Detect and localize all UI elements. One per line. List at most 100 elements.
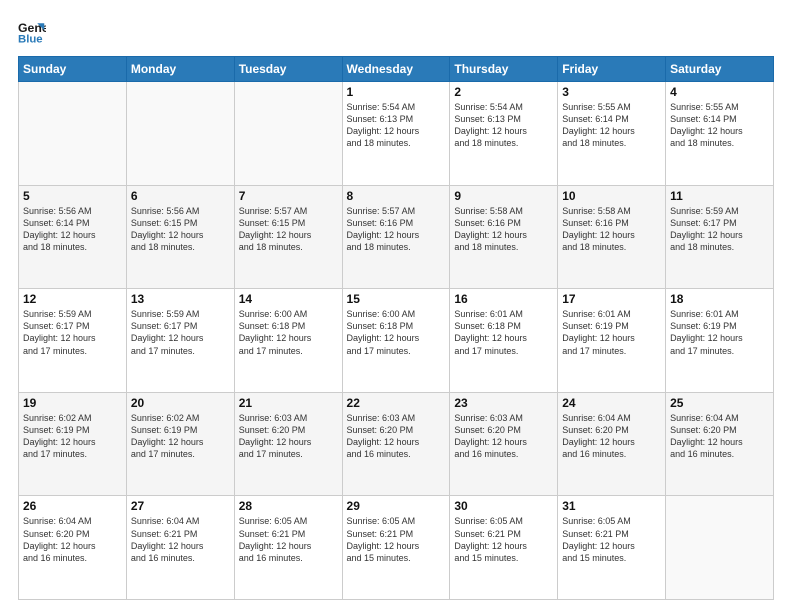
day-number: 24 [562, 396, 661, 410]
day-info: Sunrise: 5:56 AM Sunset: 6:14 PM Dayligh… [23, 205, 122, 254]
day-number: 6 [131, 189, 230, 203]
calendar-cell [19, 82, 127, 186]
day-info: Sunrise: 6:04 AM Sunset: 6:20 PM Dayligh… [562, 412, 661, 461]
day-info: Sunrise: 5:55 AM Sunset: 6:14 PM Dayligh… [670, 101, 769, 150]
calendar-cell: 23 Sunrise: 6:03 AM Sunset: 6:20 PM Dayli… [450, 392, 558, 496]
calendar-cell: 30 Sunrise: 6:05 AM Sunset: 6:21 PM Dayli… [450, 496, 558, 600]
day-info: Sunrise: 6:05 AM Sunset: 6:21 PM Dayligh… [454, 515, 553, 564]
day-number: 7 [239, 189, 338, 203]
day-number: 21 [239, 396, 338, 410]
day-number: 20 [131, 396, 230, 410]
weekday-header-friday: Friday [558, 57, 666, 82]
day-number: 23 [454, 396, 553, 410]
day-number: 19 [23, 396, 122, 410]
day-info: Sunrise: 6:04 AM Sunset: 6:20 PM Dayligh… [670, 412, 769, 461]
calendar-cell: 3 Sunrise: 5:55 AM Sunset: 6:14 PM Daylig… [558, 82, 666, 186]
calendar-cell: 15 Sunrise: 6:00 AM Sunset: 6:18 PM Dayli… [342, 289, 450, 393]
day-info: Sunrise: 6:05 AM Sunset: 6:21 PM Dayligh… [239, 515, 338, 564]
day-number: 13 [131, 292, 230, 306]
day-info: Sunrise: 6:01 AM Sunset: 6:19 PM Dayligh… [670, 308, 769, 357]
calendar-cell [126, 82, 234, 186]
day-info: Sunrise: 5:59 AM Sunset: 6:17 PM Dayligh… [131, 308, 230, 357]
day-info: Sunrise: 6:02 AM Sunset: 6:19 PM Dayligh… [23, 412, 122, 461]
day-info: Sunrise: 5:55 AM Sunset: 6:14 PM Dayligh… [562, 101, 661, 150]
day-number: 5 [23, 189, 122, 203]
logo: General Blue [18, 18, 52, 46]
calendar-cell: 24 Sunrise: 6:04 AM Sunset: 6:20 PM Dayli… [558, 392, 666, 496]
calendar-cell: 18 Sunrise: 6:01 AM Sunset: 6:19 PM Dayli… [666, 289, 774, 393]
calendar-cell: 17 Sunrise: 6:01 AM Sunset: 6:19 PM Dayli… [558, 289, 666, 393]
calendar-cell: 8 Sunrise: 5:57 AM Sunset: 6:16 PM Daylig… [342, 185, 450, 289]
day-number: 15 [347, 292, 446, 306]
day-info: Sunrise: 6:02 AM Sunset: 6:19 PM Dayligh… [131, 412, 230, 461]
day-info: Sunrise: 6:01 AM Sunset: 6:19 PM Dayligh… [562, 308, 661, 357]
calendar-cell: 27 Sunrise: 6:04 AM Sunset: 6:21 PM Dayli… [126, 496, 234, 600]
day-number: 27 [131, 499, 230, 513]
day-number: 12 [23, 292, 122, 306]
day-info: Sunrise: 5:57 AM Sunset: 6:16 PM Dayligh… [347, 205, 446, 254]
day-number: 8 [347, 189, 446, 203]
day-info: Sunrise: 5:57 AM Sunset: 6:15 PM Dayligh… [239, 205, 338, 254]
calendar-cell [234, 82, 342, 186]
day-info: Sunrise: 5:58 AM Sunset: 6:16 PM Dayligh… [562, 205, 661, 254]
calendar-table: SundayMondayTuesdayWednesdayThursdayFrid… [18, 56, 774, 600]
calendar-cell: 19 Sunrise: 6:02 AM Sunset: 6:19 PM Dayli… [19, 392, 127, 496]
header: General Blue [18, 18, 774, 46]
weekday-header-tuesday: Tuesday [234, 57, 342, 82]
day-info: Sunrise: 6:03 AM Sunset: 6:20 PM Dayligh… [239, 412, 338, 461]
day-number: 26 [23, 499, 122, 513]
day-number: 22 [347, 396, 446, 410]
calendar-body: 1 Sunrise: 5:54 AM Sunset: 6:13 PM Daylig… [19, 82, 774, 600]
calendar-cell: 14 Sunrise: 6:00 AM Sunset: 6:18 PM Dayli… [234, 289, 342, 393]
day-number: 14 [239, 292, 338, 306]
day-info: Sunrise: 6:04 AM Sunset: 6:20 PM Dayligh… [23, 515, 122, 564]
calendar-cell: 20 Sunrise: 6:02 AM Sunset: 6:19 PM Dayli… [126, 392, 234, 496]
calendar-cell: 1Sunrise: 5:54 AM Sunset: 6:13 PM Daylig… [342, 82, 450, 186]
day-number: 10 [562, 189, 661, 203]
day-info: Sunrise: 5:54 AM Sunset: 6:13 PM Dayligh… [454, 101, 553, 150]
calendar-cell: 29Sunrise: 6:05 AM Sunset: 6:21 PM Dayli… [342, 496, 450, 600]
day-number: 16 [454, 292, 553, 306]
day-number: 17 [562, 292, 661, 306]
day-info: Sunrise: 6:03 AM Sunset: 6:20 PM Dayligh… [347, 412, 446, 461]
svg-text:Blue: Blue [18, 34, 43, 46]
day-info: Sunrise: 6:00 AM Sunset: 6:18 PM Dayligh… [347, 308, 446, 357]
day-number: 1 [347, 85, 446, 99]
calendar-week-2: 5 Sunrise: 5:56 AM Sunset: 6:14 PM Daylig… [19, 185, 774, 289]
day-number: 30 [454, 499, 553, 513]
calendar-cell: 9Sunrise: 5:58 AM Sunset: 6:16 PM Daylig… [450, 185, 558, 289]
day-info: Sunrise: 5:59 AM Sunset: 6:17 PM Dayligh… [23, 308, 122, 357]
weekday-header-sunday: Sunday [19, 57, 127, 82]
day-info: Sunrise: 5:56 AM Sunset: 6:15 PM Dayligh… [131, 205, 230, 254]
calendar-cell: 6 Sunrise: 5:56 AM Sunset: 6:15 PM Daylig… [126, 185, 234, 289]
day-info: Sunrise: 6:03 AM Sunset: 6:20 PM Dayligh… [454, 412, 553, 461]
calendar-cell: 16Sunrise: 6:01 AM Sunset: 6:18 PM Dayli… [450, 289, 558, 393]
calendar-week-3: 12 Sunrise: 5:59 AM Sunset: 6:17 PM Dayli… [19, 289, 774, 393]
calendar-week-5: 26 Sunrise: 6:04 AM Sunset: 6:20 PM Dayli… [19, 496, 774, 600]
day-number: 9 [454, 189, 553, 203]
day-info: Sunrise: 5:59 AM Sunset: 6:17 PM Dayligh… [670, 205, 769, 254]
calendar-cell: 31Sunrise: 6:05 AM Sunset: 6:21 PM Dayli… [558, 496, 666, 600]
weekday-header-thursday: Thursday [450, 57, 558, 82]
day-number: 11 [670, 189, 769, 203]
day-info: Sunrise: 6:05 AM Sunset: 6:21 PM Dayligh… [347, 515, 446, 564]
calendar-cell: 13 Sunrise: 5:59 AM Sunset: 6:17 PM Dayli… [126, 289, 234, 393]
day-number: 31 [562, 499, 661, 513]
day-number: 25 [670, 396, 769, 410]
calendar-cell: 7 Sunrise: 5:57 AM Sunset: 6:15 PM Daylig… [234, 185, 342, 289]
day-info: Sunrise: 6:00 AM Sunset: 6:18 PM Dayligh… [239, 308, 338, 357]
day-number: 18 [670, 292, 769, 306]
calendar-cell: 4 Sunrise: 5:55 AM Sunset: 6:14 PM Daylig… [666, 82, 774, 186]
day-number: 4 [670, 85, 769, 99]
weekday-header-saturday: Saturday [666, 57, 774, 82]
calendar-week-4: 19 Sunrise: 6:02 AM Sunset: 6:19 PM Dayli… [19, 392, 774, 496]
weekday-header-wednesday: Wednesday [342, 57, 450, 82]
calendar-cell: 11 Sunrise: 5:59 AM Sunset: 6:17 PM Dayli… [666, 185, 774, 289]
weekday-header-row: SundayMondayTuesdayWednesdayThursdayFrid… [19, 57, 774, 82]
calendar-cell: 28 Sunrise: 6:05 AM Sunset: 6:21 PM Dayli… [234, 496, 342, 600]
calendar-cell: 2Sunrise: 5:54 AM Sunset: 6:13 PM Daylig… [450, 82, 558, 186]
day-number: 28 [239, 499, 338, 513]
calendar-header: SundayMondayTuesdayWednesdayThursdayFrid… [19, 57, 774, 82]
day-info: Sunrise: 6:04 AM Sunset: 6:21 PM Dayligh… [131, 515, 230, 564]
day-number: 3 [562, 85, 661, 99]
